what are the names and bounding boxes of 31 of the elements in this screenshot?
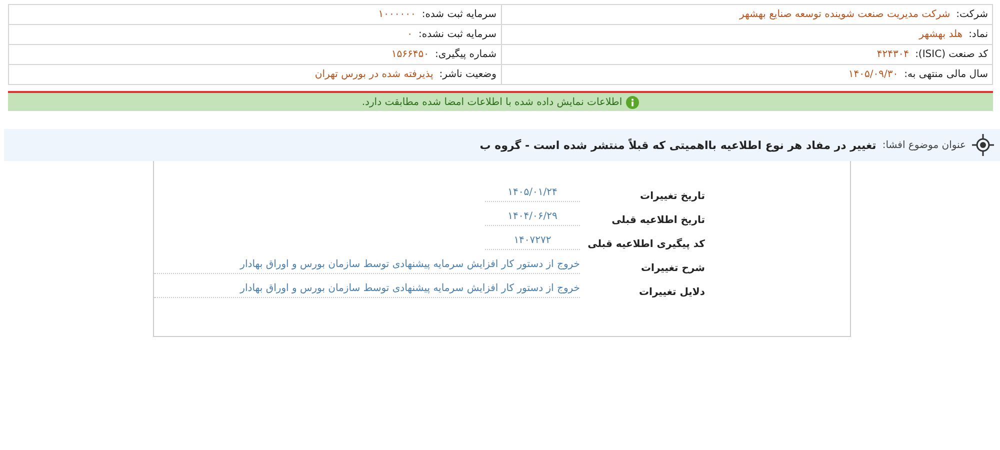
- field-label: سرمایه ثبت نشده:: [418, 29, 496, 40]
- detail-value: خروج از دستور کار افزایش سرمایه پیشنهادی توسط سازمان بورس و اوراق بهادار: [154, 258, 580, 274]
- field-value: شرکت مدیریت صنعت شوینده توسعه صنایع بهشهر: [739, 9, 950, 20]
- detail-label: تاریخ تغییرات: [639, 190, 705, 204]
- detail-label: شرح تغییرات: [640, 262, 705, 276]
- field-value: پذیرفته شده در بورس تهران: [314, 69, 434, 80]
- detail-label: تاریخ اطلاعیه قبلی: [610, 214, 705, 228]
- field-label: نماد:: [968, 29, 988, 40]
- detail-value: ۱۴۰۵/۰۱/۲۴: [485, 186, 580, 202]
- field-label: کد صنعت (ISIC):: [915, 49, 988, 60]
- field-label: شرکت:: [956, 9, 988, 20]
- field-value: ۰: [407, 29, 413, 40]
- field-value: ۴۲۴۳۰۴: [876, 49, 910, 60]
- field-label: شماره پیگیری:: [434, 49, 496, 60]
- field-label: وضعیت ناشر:: [439, 69, 496, 80]
- notice-text: اطلاعات نمایش داده شده با اطلاعات امضا شده مطابقت دارد.: [362, 96, 622, 108]
- subject-label: عنوان موضوع افشا:: [882, 140, 966, 150]
- field-value: ۱۰۰۰۰۰۰: [378, 9, 416, 20]
- field-label: سرمایه ثبت شده:: [422, 9, 496, 20]
- detail-label: کد پیگیری اطلاعیه قبلی: [586, 238, 705, 252]
- detail-value: خروج از دستور کار افزایش سرمایه پیشنهادی توسط سازمان بورس و اوراق بهادار: [154, 282, 580, 298]
- detail-value: ۱۴۰۴/۰۶/۲۹: [485, 210, 580, 226]
- field-value: ۱۵۶۶۴۵۰: [391, 49, 429, 60]
- field-label: سال مالی منتهی به:: [904, 69, 988, 80]
- field-value: ۱۴۰۵/۰۹/۳۰: [848, 69, 898, 80]
- field-value: هلد بهشهر: [919, 29, 963, 40]
- info-icon: [626, 96, 640, 108]
- target-icon: [972, 134, 994, 156]
- detail-label: دلایل تغییرات: [638, 286, 705, 300]
- subject-title: تغییر در مفاد هر نوع اطلاعیه بااهمیتی که قبلاً منتشر شده است - گروه ب: [480, 138, 876, 152]
- detail-value: ۱۴۰۷۲۷۲: [485, 234, 580, 250]
